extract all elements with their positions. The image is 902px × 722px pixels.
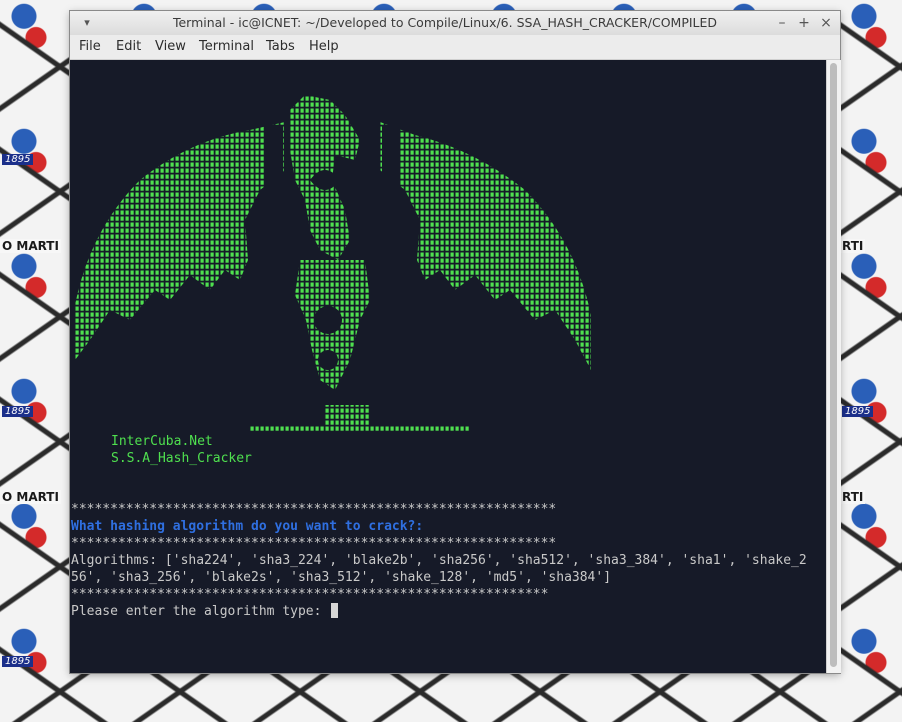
separator-line: ****************************************… — [71, 502, 557, 517]
prompt-line: Please enter the algorithm type: — [71, 603, 339, 620]
menu-help[interactable]: Help — [309, 35, 339, 59]
menubar: File Edit View Terminal Tabs Help — [70, 35, 840, 60]
close-icon[interactable]: × — [816, 13, 836, 33]
menu-file[interactable]: File — [79, 35, 101, 59]
algorithms-line-wrap: 56', 'sha3_256', 'blake2s', 'sha3_512', … — [71, 570, 612, 585]
question-line: What hashing algorithm do you want to cr… — [71, 519, 424, 534]
wallpaper-year: 1895 — [842, 406, 874, 417]
wallpaper-label: O MARTI — [0, 239, 61, 253]
text-cursor[interactable] — [331, 603, 339, 618]
window-menu-icon[interactable]: ▾ — [80, 16, 94, 30]
wallpaper-year: 1895 — [2, 406, 34, 417]
terminal-window: ▾ Terminal - ic@ICNET: ~/Developed to Co… — [70, 11, 841, 673]
maximize-icon[interactable]: + — [794, 13, 814, 33]
wallpaper-label: RTI — [840, 239, 866, 253]
terminal-content[interactable]: InterCuba.Net S.S.A_Hash_Cracker *******… — [70, 60, 826, 673]
menu-edit[interactable]: Edit — [116, 35, 141, 59]
menu-tabs[interactable]: Tabs — [266, 35, 295, 59]
wallpaper-year: 1895 — [2, 656, 34, 667]
minimize-icon[interactable]: – — [772, 13, 792, 33]
menu-view[interactable]: View — [155, 35, 186, 59]
algorithms-line: Algorithms: ['sha224', 'sha3_224', 'blak… — [71, 553, 807, 568]
eagle-ascii-art — [75, 95, 591, 432]
wallpaper-label: RTI — [840, 490, 866, 504]
separator-line: ****************************************… — [71, 587, 549, 602]
prompt-text: Please enter the algorithm type: — [71, 604, 330, 619]
separator-line: ****************************************… — [71, 536, 557, 551]
brand-line-1: InterCuba.Net — [111, 434, 213, 449]
window-titlebar[interactable]: ▾ Terminal - ic@ICNET: ~/Developed to Co… — [70, 11, 840, 36]
scrollbar-thumb[interactable] — [830, 63, 837, 667]
wallpaper-year: 1895 — [2, 154, 34, 165]
brand-line-2: S.S.A_Hash_Cracker — [111, 451, 252, 466]
window-title: Terminal - ic@ICNET: ~/Developed to Comp… — [172, 15, 718, 30]
wallpaper-label: O MARTI — [0, 490, 61, 504]
menu-terminal[interactable]: Terminal — [199, 35, 254, 59]
vertical-scrollbar[interactable] — [826, 60, 841, 673]
